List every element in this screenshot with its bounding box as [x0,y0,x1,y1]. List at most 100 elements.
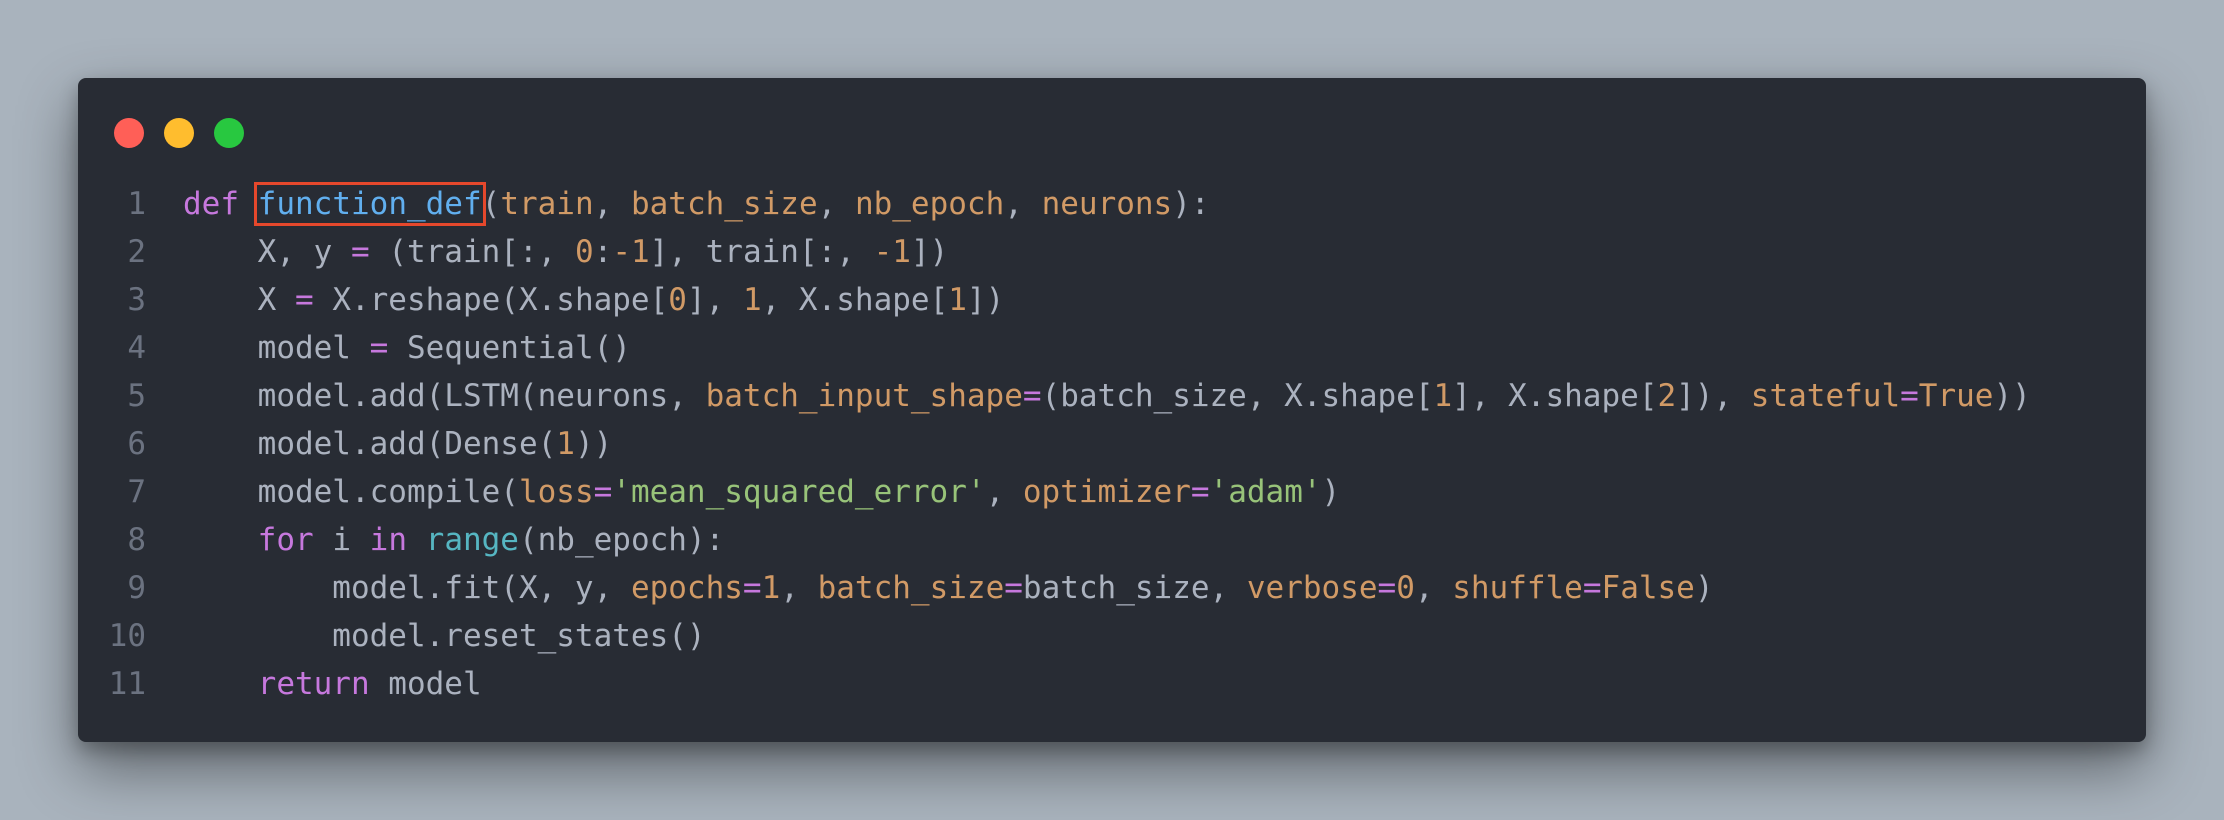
code-token: (batch_size, X.shape[ [1041,378,1434,414]
highlighted-function-name: function_def [253,182,486,226]
line-number: 7 [127,474,146,510]
code-token: batch_size [817,570,1005,606]
code-token: nb_epoch [854,186,1005,222]
line-source: model.fit(X, y, epochs=1, batch_size=bat… [183,564,1714,612]
code-token: = [1582,570,1602,606]
code-token: epochs [630,570,743,606]
code-token: ) [1321,474,1341,510]
line-source: model = Sequential() [183,324,631,372]
code-token: X [183,282,295,318]
line-source: model.add(LSTM(neurons, batch_input_shap… [183,372,2031,420]
code-token: -1 [873,234,911,270]
line-number: 11 [108,666,146,702]
line-source: def function_def(train, batch_size, nb_e… [183,180,1210,228]
code-token: X, y [183,234,351,270]
code-token: model.fit(X, y, [183,570,631,606]
code-line: 6 model.add(Dense(1)) [78,420,2146,468]
code-block: 1 def function_def(train, batch_size, nb_… [78,180,2146,708]
line-source: model.reset_states() [183,612,705,660]
code-token: model.add(LSTM(neurons, [183,378,706,414]
code-token: ]) [966,282,1005,318]
code-line: 10 model.reset_states() [78,612,2146,660]
code-token: 1 [742,282,762,318]
line-source: return model [183,660,482,708]
code-line: 11 return model [78,660,2146,708]
maximize-button[interactable] [214,118,244,148]
code-token: 0 [574,234,594,270]
code-token: train [500,186,594,222]
code-token: batch_size [630,186,818,222]
code-token: in [369,522,407,558]
code-token: stateful [1750,378,1901,414]
code-token: optimizer [1022,474,1191,510]
line-number: 2 [127,234,146,270]
code-token: ], train[:, [649,234,874,270]
code-token: model [369,666,482,702]
code-token: X.reshape(X.shape[ [313,282,669,318]
code-token: , [593,186,631,222]
code-token: 0 [668,282,687,318]
code-token: , [1414,570,1453,606]
code-token: , X.shape[ [761,282,949,318]
code-token: model [183,330,370,366]
code-token: ): [1172,186,1210,222]
code-token: ]), [1676,378,1751,414]
line-number: 10 [108,618,146,654]
code-token: for [257,522,314,558]
code-token: 1 [1433,378,1453,414]
line-source: for i in range(nb_epoch): [183,516,725,564]
line-number: 6 [127,426,146,462]
line-source: model.compile(loss='mean_squared_error',… [183,468,1341,516]
code-token: 1 [556,426,575,462]
code-token: = [1190,474,1210,510]
line-number: 5 [127,378,146,414]
code-token: ]) [910,234,949,270]
line-number: 4 [127,330,146,366]
code-token: 2 [1657,378,1677,414]
line-number: 3 [127,282,146,318]
code-token: verbose [1246,570,1378,606]
code-token: )) [574,426,613,462]
code-line: 5 model.add(LSTM(neurons, batch_input_sh… [78,372,2146,420]
line-source: model.add(Dense(1)) [183,420,613,468]
code-token: 0 [1396,570,1415,606]
line-number: 9 [127,570,146,606]
code-token: ( [481,186,501,222]
code-token: batch_size, [1022,570,1247,606]
code-token: range [425,522,519,558]
line-source: X, y = (train[:, 0:-1], train[:, -1]) [183,228,949,276]
code-token: 'mean_squared_error' [612,474,986,510]
code-token: model.compile( [183,474,519,510]
code-token: batch_input_shape [705,378,1023,414]
code-token: def [183,186,239,222]
code-line: 8 for i in range(nb_epoch): [78,516,2146,564]
code-token: , [1004,186,1042,222]
code-token: = [593,474,613,510]
minimize-button[interactable] [164,118,194,148]
code-token: = [1900,378,1919,414]
code-token: shuffle [1452,570,1583,606]
code-token: ], X.shape[ [1452,378,1658,414]
code-token: : [593,234,613,270]
code-line: 4 model = Sequential() [78,324,2146,372]
line-number: 1 [127,186,146,222]
code-token: (train[:, [369,234,575,270]
code-token: 1 [761,570,781,606]
code-token: = [742,570,762,606]
code-token: , [985,474,1023,510]
code-token: ) [1694,570,1714,606]
code-token: ], [686,282,743,318]
code-line: 1 def function_def(train, batch_size, nb_… [78,180,2146,228]
code-token: 'adam' [1209,474,1322,510]
code-token: -1 [612,234,650,270]
code-token: 1 [948,282,967,318]
code-token: )) [1993,378,2031,414]
line-source: X = X.reshape(X.shape[0], 1, X.shape[1]) [183,276,1005,324]
code-token: Sequential() [388,330,631,366]
code-token: = [1004,570,1023,606]
close-button[interactable] [114,118,144,148]
code-line: 3 X = X.reshape(X.shape[0], 1, X.shape[1… [78,276,2146,324]
